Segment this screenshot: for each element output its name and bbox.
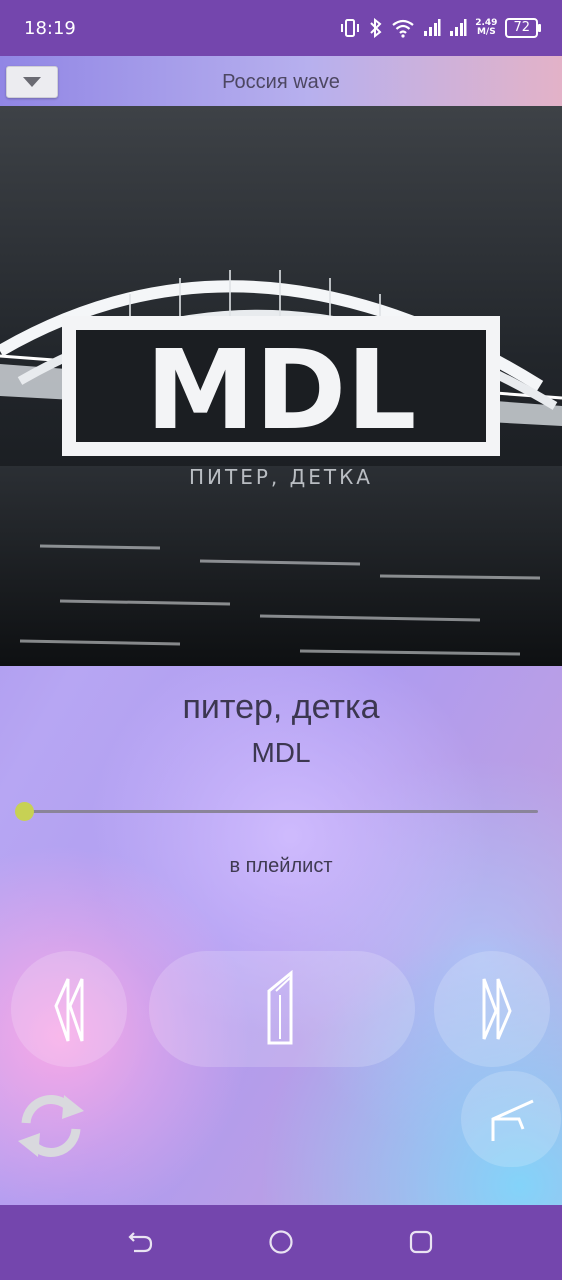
recents-icon[interactable] <box>406 1227 436 1257</box>
battery-indicator: 72 <box>505 18 541 38</box>
previous-button[interactable] <box>11 951 127 1067</box>
top-bar: Россия wave <box>0 56 562 106</box>
seek-bar[interactable] <box>15 802 538 821</box>
status-time: 18:19 <box>24 18 76 39</box>
system-nav-bar <box>0 1205 562 1280</box>
add-to-playlist-button[interactable]: в плейлист <box>0 855 562 878</box>
signal-icon <box>424 19 441 36</box>
repeat-button[interactable] <box>6 1081 96 1171</box>
back-icon[interactable] <box>126 1227 156 1257</box>
seek-handle[interactable] <box>15 802 34 821</box>
fast-forward-icon <box>482 978 512 1040</box>
home-icon[interactable] <box>266 1227 296 1257</box>
cover-subtitle-text: ПИТЕР, ДЕТКА <box>189 465 373 489</box>
signal-icon-2 <box>450 19 467 36</box>
repeat-icon <box>18 1095 84 1157</box>
vibrate-icon <box>341 19 360 37</box>
cover-logo-text: MDL <box>146 326 417 454</box>
status-bar: 18:19 2.49 M/S 72 <box>0 0 562 56</box>
wifi-icon <box>392 19 414 38</box>
bluetooth-icon <box>370 18 382 38</box>
network-speed: 2.49 M/S <box>475 18 498 37</box>
track-title: питер, детка <box>182 688 380 726</box>
track-artist: MDL <box>251 737 311 768</box>
share-icon <box>491 1099 534 1141</box>
status-icons: 2.49 M/S 72 <box>339 14 541 42</box>
station-name: Россия wave <box>222 71 340 93</box>
next-button[interactable] <box>434 951 550 1067</box>
play-pause-button[interactable] <box>149 951 415 1067</box>
pause-icon <box>267 969 293 1045</box>
album-cover: MDL ПИТЕР, ДЕТКА <box>0 106 562 666</box>
player-screen: Россия wave MDL ПИТЕР, ДЕТКА питер, детк… <box>0 56 562 1205</box>
rewind-icon <box>54 978 84 1042</box>
share-button[interactable] <box>461 1071 561 1167</box>
